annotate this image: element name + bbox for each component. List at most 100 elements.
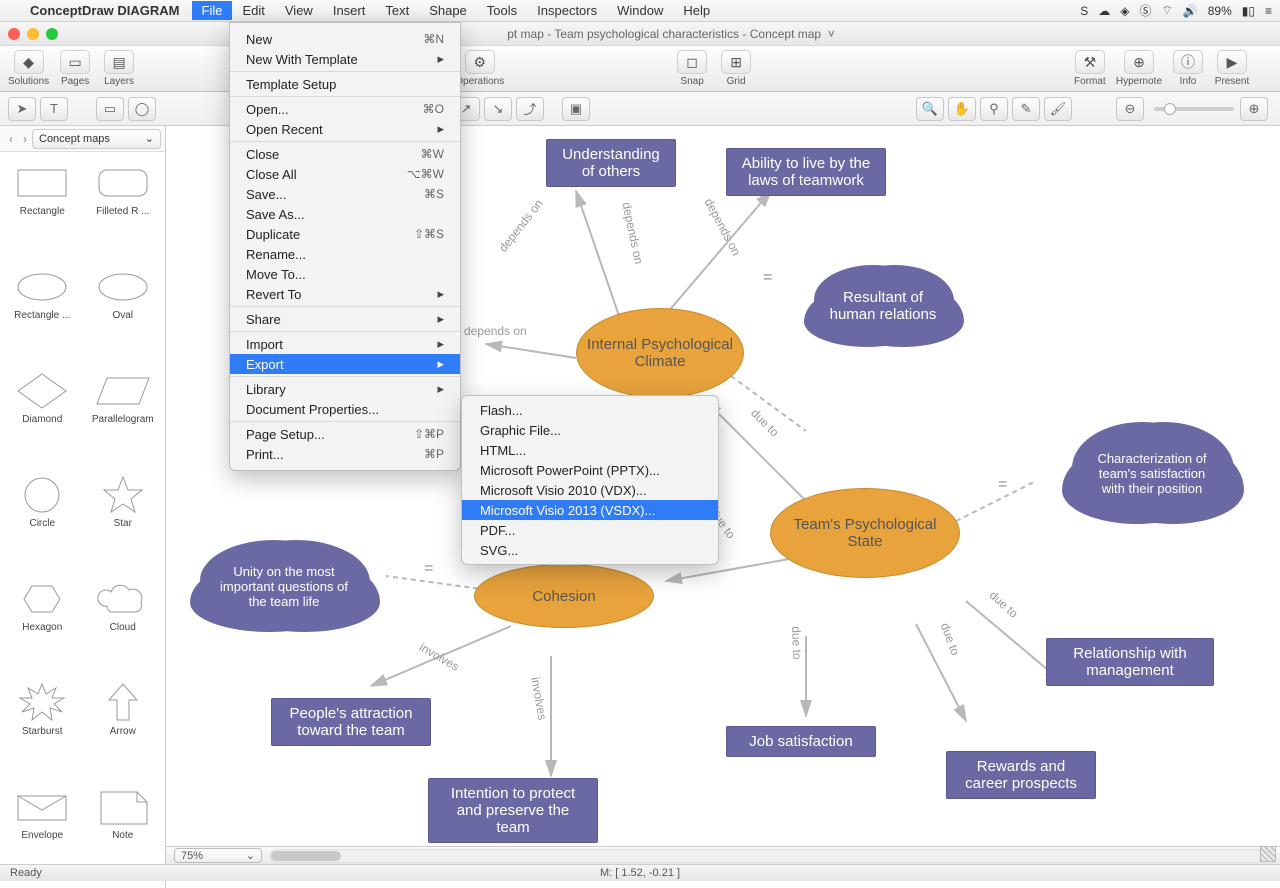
shape-parallelogram[interactable]: Parallelogram [85, 368, 162, 464]
toolbtn-snap[interactable]: ◻Snap [674, 50, 710, 87]
export-svg-[interactable]: SVG... [462, 540, 718, 560]
menu-edit[interactable]: Edit [232, 1, 274, 20]
menu-help[interactable]: Help [673, 1, 720, 20]
app-name[interactable]: ConceptDraw DIAGRAM [30, 3, 180, 18]
shape-starburst[interactable]: Starburst [4, 680, 81, 776]
status-icon[interactable]: S [1080, 4, 1088, 18]
toolbtn-format[interactable]: ⚒Format [1072, 50, 1108, 87]
file-menu-close[interactable]: Close⌘W [230, 144, 460, 164]
menu-tools[interactable]: Tools [477, 1, 527, 20]
minimize-window[interactable] [27, 28, 39, 40]
zoom-window[interactable] [46, 28, 58, 40]
export-flash-[interactable]: Flash... [462, 400, 718, 420]
menu-file[interactable]: File [192, 1, 233, 20]
toolbtn-present[interactable]: ▶Present [1214, 50, 1250, 87]
file-menu-move-to-[interactable]: Move To... [230, 264, 460, 284]
menu-insert[interactable]: Insert [323, 1, 376, 20]
volume-icon[interactable]: 🔊 [1183, 4, 1198, 18]
close-window[interactable] [8, 28, 20, 40]
file-menu-duplicate[interactable]: Duplicate⇧⌘S [230, 224, 460, 244]
toolbtn-hypernote[interactable]: ⊕Hypernote [1116, 50, 1162, 87]
file-menu-export[interactable]: Export▸ [230, 354, 460, 374]
file-menu-share[interactable]: Share▸ [230, 309, 460, 329]
shape-oval[interactable]: Oval [85, 264, 162, 360]
file-menu-close-all[interactable]: Close All⌥⌘W [230, 164, 460, 184]
file-menu-template-setup[interactable]: Template Setup [230, 74, 460, 94]
zoom-out[interactable]: ⊖ [1116, 97, 1144, 121]
file-menu-import[interactable]: Import▸ [230, 334, 460, 354]
connector-tool-3[interactable]: ↘ [484, 97, 512, 121]
resize-corner[interactable] [1260, 846, 1276, 862]
sidebar-prev[interactable]: ‹ [4, 132, 18, 146]
file-menu-new[interactable]: New⌘N [230, 29, 460, 49]
eyedropper-tool[interactable]: ✎ [1012, 97, 1040, 121]
shape-rectangle-[interactable]: Rectangle ... [4, 264, 81, 360]
oval-tool[interactable]: ◯ [128, 97, 156, 121]
menu-inspectors[interactable]: Inspectors [527, 1, 607, 20]
pan-tool[interactable]: ✋ [948, 97, 976, 121]
export-microsoft-visio-vsdx-[interactable]: Microsoft Visio 2013 (VSDX)... [462, 500, 718, 520]
shape-star[interactable]: Star [85, 472, 162, 568]
menu-text[interactable]: Text [375, 1, 419, 20]
zoom-dropdown[interactable]: 75%⌄ [174, 848, 262, 863]
toolbtn-pages[interactable]: ▭Pages [57, 50, 93, 87]
export-graphic-file-[interactable]: Graphic File... [462, 420, 718, 440]
toolbtn-info[interactable]: ⓘInfo [1170, 50, 1206, 87]
export-microsoft-visio-vdx-[interactable]: Microsoft Visio 2010 (VDX)... [462, 480, 718, 500]
wifi-icon[interactable]: ⌔ [1162, 3, 1173, 18]
zoom-slider[interactable] [1154, 107, 1234, 111]
toolbtn-grid[interactable]: ⊞Grid [718, 50, 754, 87]
shape-cloud[interactable]: Cloud [85, 576, 162, 672]
node-intention[interactable]: Intention to protect and preserve the te… [428, 778, 598, 843]
export-html-[interactable]: HTML... [462, 440, 718, 460]
file-menu-open-recent[interactable]: Open Recent▸ [230, 119, 460, 139]
node-climate[interactable]: Internal Psychological Climate [576, 308, 744, 398]
battery-icon[interactable]: ▮▯ [1242, 4, 1255, 18]
node-rewards[interactable]: Rewards and career prospects [946, 751, 1096, 799]
shape-diamond[interactable]: Diamond [4, 368, 81, 464]
export-microsoft-powerpoint-pptx-[interactable]: Microsoft PowerPoint (PPTX)... [462, 460, 718, 480]
skype-icon[interactable]: Ⓢ [1139, 2, 1151, 19]
node-relationship[interactable]: Relationship with management [1046, 638, 1214, 686]
rect-tool[interactable]: ▭ [96, 97, 124, 121]
file-menu-print-[interactable]: Print...⌘P [230, 444, 460, 464]
toolbtn-solutions[interactable]: ◆Solutions [8, 50, 49, 87]
shape-arrow[interactable]: Arrow [85, 680, 162, 776]
zoom-in[interactable]: ⊕ [1240, 97, 1268, 121]
file-menu-page-setup-[interactable]: Page Setup...⇧⌘P [230, 424, 460, 444]
pointer-tool[interactable]: ➤ [8, 97, 36, 121]
file-menu-revert-to[interactable]: Revert To▸ [230, 284, 460, 304]
text-tool[interactable]: T [40, 97, 68, 121]
dropbox-icon[interactable]: ◈ [1120, 4, 1129, 18]
node-attraction[interactable]: People's attraction toward the team [271, 698, 431, 746]
shape-rectangle[interactable]: Rectangle [4, 160, 81, 256]
node-job[interactable]: Job satisfaction [726, 726, 876, 757]
toolbtn-layers[interactable]: ▤Layers [101, 50, 137, 87]
node-cohesion[interactable]: Cohesion [474, 564, 654, 628]
file-menu-document-properties-[interactable]: Document Properties... [230, 399, 460, 419]
file-menu-save-as-[interactable]: Save As... [230, 204, 460, 224]
shape-hexagon[interactable]: Hexagon [4, 576, 81, 672]
export-pdf-[interactable]: PDF... [462, 520, 718, 540]
file-menu-library[interactable]: Library▸ [230, 379, 460, 399]
horizontal-scrollbar[interactable] [270, 849, 1264, 863]
connector-tool-4[interactable]: ⤴ [516, 97, 544, 121]
node-state[interactable]: Team's Psychological State [770, 488, 960, 578]
spotlight-icon[interactable]: ≡ [1265, 4, 1272, 18]
cloud-icon[interactable]: ☁ [1098, 4, 1110, 18]
file-menu-rename-[interactable]: Rename... [230, 244, 460, 264]
sidebar-next[interactable]: › [18, 132, 32, 146]
container-tool[interactable]: ▣ [562, 97, 590, 121]
toolbtn-operations[interactable]: ⚙Operations [455, 50, 504, 87]
menu-window[interactable]: Window [607, 1, 673, 20]
node-ability[interactable]: Ability to live by the laws of teamwork [726, 148, 886, 196]
zoom-tool[interactable]: 🔍 [916, 97, 944, 121]
node-understanding[interactable]: Understanding of others [546, 139, 676, 187]
menu-shape[interactable]: Shape [419, 1, 477, 20]
paint-tool[interactable]: 🖌 [1044, 97, 1072, 121]
shape-filleted-r-[interactable]: Filleted R ... [85, 160, 162, 256]
menu-view[interactable]: View [275, 1, 323, 20]
file-menu-new-with-template[interactable]: New With Template▸ [230, 49, 460, 69]
library-dropdown[interactable]: Concept maps⌄ [32, 129, 161, 149]
eyedrop-copy[interactable]: ⚲ [980, 97, 1008, 121]
